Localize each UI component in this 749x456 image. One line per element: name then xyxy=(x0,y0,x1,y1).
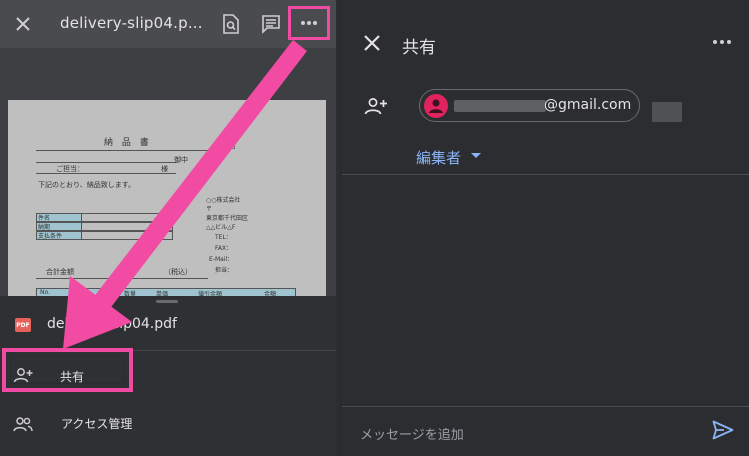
doc-table-label: 支払条件 xyxy=(38,233,63,240)
avatar xyxy=(424,94,448,118)
sheet-file-name: delivery-slip04.pdf xyxy=(47,316,177,332)
doc-rule xyxy=(36,173,176,174)
share-label: 共有 xyxy=(60,370,85,384)
close-icon[interactable] xyxy=(362,33,382,53)
doc-note: 下記のとおり、納品致します。 xyxy=(38,181,136,189)
send-icon[interactable] xyxy=(712,420,734,440)
person-add-icon xyxy=(364,98,387,115)
person-add-icon xyxy=(13,368,33,383)
pdf-file-icon: PDF xyxy=(15,318,31,332)
document-page: 納 品 書 No. 付日 御中 ご担当： 様 下記のとおり、納品致します。 件名… xyxy=(8,100,326,300)
doc-company-line: 担当： xyxy=(215,267,234,274)
doc-to-suffix: 御中 xyxy=(174,156,188,164)
divider xyxy=(342,406,749,407)
doc-company-line: TEL： xyxy=(215,234,232,241)
file-title: delivery-slip04.p... xyxy=(60,14,203,32)
more-horizontal-icon[interactable] xyxy=(712,38,732,46)
redacted-email-part xyxy=(454,100,546,112)
redacted-block xyxy=(652,102,682,122)
doc-table-label: 納期 xyxy=(38,224,51,231)
doc-heading: 納 品 書 xyxy=(104,138,152,148)
viewer-toolbar: delivery-slip04.p... xyxy=(0,0,336,48)
recipient-email: @gmail.com xyxy=(544,97,632,113)
more-horizontal-icon xyxy=(301,21,317,25)
divider xyxy=(342,174,749,175)
doc-tax-label: （税込） xyxy=(164,268,192,276)
doc-cell xyxy=(81,222,173,231)
role-dropdown[interactable]: 編集者 xyxy=(416,147,461,168)
message-input[interactable]: メッセージを追加 xyxy=(360,424,464,443)
file-viewer-panel: delivery-slip04.p... 納 品 書 No. 付日 御中 ご担当… xyxy=(0,0,336,456)
doc-cell xyxy=(81,231,173,240)
access-management-item[interactable]: アクセス管理 xyxy=(61,415,132,432)
doc-table-label: 件名 xyxy=(38,215,51,222)
doc-col-header: No. xyxy=(40,289,50,296)
close-icon[interactable] xyxy=(13,14,33,34)
drag-handle[interactable] xyxy=(156,300,178,303)
doc-rule xyxy=(36,278,208,279)
doc-company-line: ○○株式会社 xyxy=(206,197,241,204)
doc-total-label: 合計金額 xyxy=(46,268,74,276)
doc-no-label: No. xyxy=(222,130,234,138)
doc-company-line: 〒 xyxy=(206,206,213,213)
actions-bottom-sheet: PDF delivery-slip04.pdf 共有 アクセス管理 xyxy=(0,296,336,456)
doc-company-line: △△ビル△F xyxy=(206,224,236,231)
more-button[interactable] xyxy=(288,6,330,40)
doc-cell xyxy=(81,213,173,222)
doc-company-line: FAX： xyxy=(215,245,233,252)
doc-rule xyxy=(36,150,208,151)
people-icon xyxy=(13,417,33,432)
recipient-chip[interactable]: @gmail.com xyxy=(419,89,640,122)
comment-icon[interactable] xyxy=(261,14,281,34)
doc-company-line: 東京都千代田区 xyxy=(206,215,249,222)
person-icon xyxy=(429,99,443,113)
share-dialog-title: 共有 xyxy=(402,38,436,58)
share-dialog: 共有 @gmail.com 編集者 メッセージを追加 xyxy=(341,0,749,456)
doc-date-label: 付日 xyxy=(222,142,236,150)
chevron-down-icon[interactable] xyxy=(471,153,481,158)
doc-rule xyxy=(36,162,176,163)
doc-company-line: E-Mail： xyxy=(209,256,234,263)
find-in-page-icon[interactable] xyxy=(222,14,240,34)
